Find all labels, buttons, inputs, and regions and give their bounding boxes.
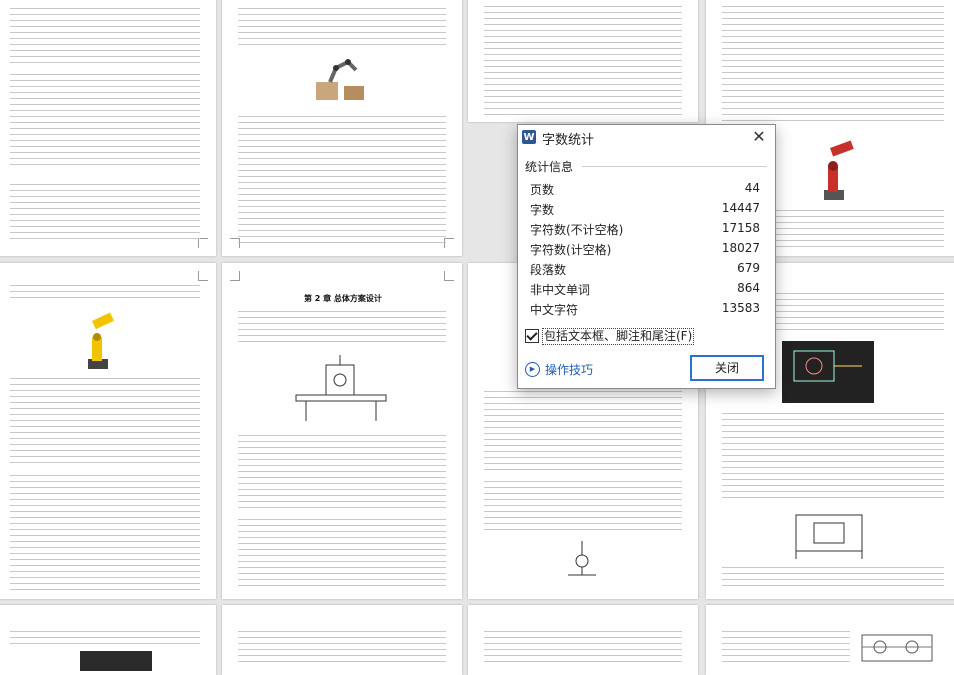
- stat-value: 864: [737, 281, 760, 295]
- machine-drawing: [856, 627, 946, 667]
- stat-row-paragraphs: 段落数 679: [530, 261, 760, 281]
- stat-label: 字符数(不计空格): [530, 223, 624, 237]
- document-page-9[interactable]: [0, 605, 216, 675]
- text-block: [238, 435, 446, 510]
- industrial-robot-figure-yellow: [78, 311, 118, 371]
- text-block: [10, 8, 200, 68]
- text-block: [10, 475, 200, 590]
- stat-label: 中文字符: [530, 303, 579, 317]
- close-button[interactable]: 关闭: [690, 355, 764, 381]
- stat-row-chinese-chars: 中文字符 13583: [530, 301, 760, 321]
- robot-arm-figure: [310, 52, 370, 104]
- stat-value: 13583: [721, 301, 760, 315]
- text-block: [484, 631, 682, 665]
- stat-label: 段落数: [530, 263, 567, 277]
- mechanism-drawing: [286, 355, 396, 425]
- text-block: [10, 631, 200, 649]
- word-count-dialog[interactable]: W 字数统计 ✕ 统计信息 页数 44 字数 14447 字符数(不计空格) 1…: [517, 124, 776, 389]
- document-page-3[interactable]: [468, 0, 698, 122]
- chapter-heading: 第 2 章 总体方案设计: [304, 294, 382, 303]
- text-block: [484, 481, 682, 531]
- dialog-title: 字数统计: [542, 133, 595, 148]
- assembly-drawing: [786, 509, 872, 559]
- include-textboxes-checkbox[interactable]: [525, 329, 539, 343]
- text-block: [484, 391, 682, 471]
- industrial-robot-figure-red: [810, 134, 860, 204]
- stat-label: 页数: [530, 183, 555, 197]
- tips-label[interactable]: 操作技巧: [545, 361, 593, 378]
- text-block: [722, 631, 850, 665]
- stat-label: 字符数(计空格): [530, 243, 612, 257]
- stat-value: 679: [737, 261, 760, 275]
- text-block: [722, 413, 944, 503]
- text-block: [484, 6, 682, 116]
- dialog-title-bar[interactable]: W 字数统计 ✕: [518, 125, 775, 149]
- play-circle-icon[interactable]: ▶: [525, 362, 540, 377]
- stat-label: 字数: [530, 203, 555, 217]
- circuit-drawing: [564, 541, 600, 581]
- cad-drawing-dark: [782, 341, 874, 403]
- text-block: [10, 285, 200, 303]
- text-block: [10, 378, 200, 468]
- crop-mark: [444, 271, 454, 281]
- word-icon: W: [522, 130, 536, 144]
- close-icon[interactable]: ✕: [749, 127, 769, 147]
- document-page-2[interactable]: [222, 0, 462, 256]
- text-block: [238, 631, 446, 665]
- document-page-1[interactable]: [0, 0, 216, 256]
- stat-value: 18027: [721, 241, 760, 255]
- stat-row-chars-with-spaces: 字符数(计空格) 18027: [530, 241, 760, 261]
- text-block: [722, 567, 944, 591]
- stats-section-label: 统计信息: [525, 160, 574, 174]
- stat-row-pages: 页数 44: [530, 181, 760, 201]
- stat-row-words: 字数 14447: [530, 201, 760, 221]
- stat-label: 非中文单词: [530, 283, 591, 297]
- figure-dark: [80, 651, 152, 671]
- stat-value: 44: [744, 181, 760, 195]
- stat-value: 14447: [721, 201, 760, 215]
- text-block: [238, 116, 446, 246]
- crop-mark: [198, 271, 208, 281]
- stat-row-non-chinese-words: 非中文单词 864: [530, 281, 760, 301]
- text-block: [10, 74, 200, 169]
- stat-value: 17158: [721, 221, 760, 235]
- include-textboxes-label[interactable]: 包括文本框、脚注和尾注(F): [542, 328, 695, 345]
- crop-mark: [230, 271, 240, 281]
- text-block: [10, 184, 200, 244]
- document-page-12[interactable]: [706, 605, 954, 675]
- text-block: [238, 8, 446, 48]
- stat-row-chars-no-spaces: 字符数(不计空格) 17158: [530, 221, 760, 241]
- text-block: [722, 6, 944, 126]
- document-page-11[interactable]: [468, 605, 698, 675]
- document-page-6[interactable]: 第 2 章 总体方案设计: [222, 263, 462, 599]
- document-page-10[interactable]: [222, 605, 462, 675]
- document-page-5[interactable]: [0, 263, 216, 599]
- text-block: [238, 519, 446, 589]
- text-block: [238, 311, 446, 345]
- section-divider: [582, 166, 767, 167]
